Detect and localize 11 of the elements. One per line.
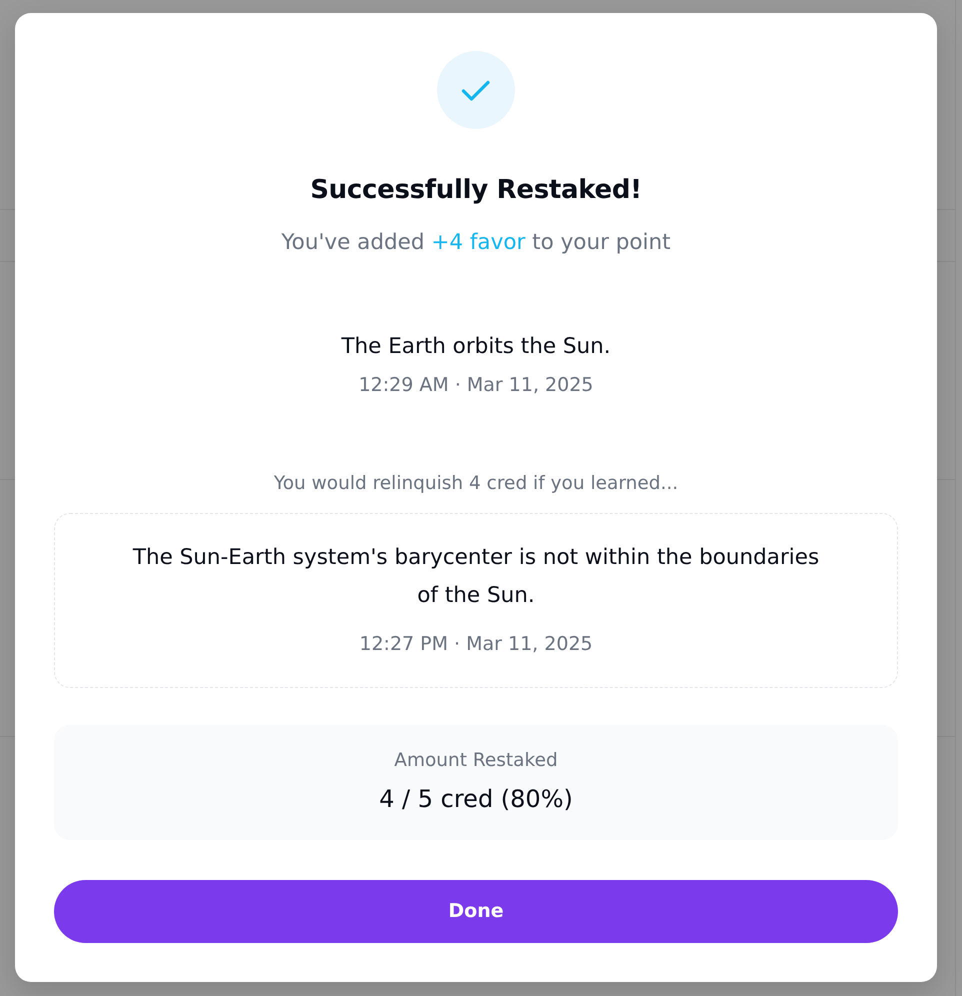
done-button[interactable]: Done — [54, 880, 898, 943]
subtitle-text: You've added +4 favor to your point — [281, 229, 671, 257]
amount-label: Amount Restaked — [393, 749, 559, 773]
check-icon — [437, 51, 515, 129]
point-statement: The Earth orbits the Sun. — [341, 333, 611, 361]
dialog-title: Successfully Restaked! — [310, 174, 642, 206]
counterpoint-statement: The Sun-Earth system's barycenter is not within the boundaries of the Sun. — [132, 544, 820, 610]
point-timestamp: 12:29 AM · Mar 11, 2025 — [358, 373, 594, 398]
amount-value: 4 / 5 cred (80%) — [378, 784, 574, 815]
relinquish-prompt: You would relinquish 4 cred if you learned... — [274, 472, 678, 496]
counterpoint-timestamp: 12:27 PM · Mar 11, 2025 — [358, 632, 594, 657]
